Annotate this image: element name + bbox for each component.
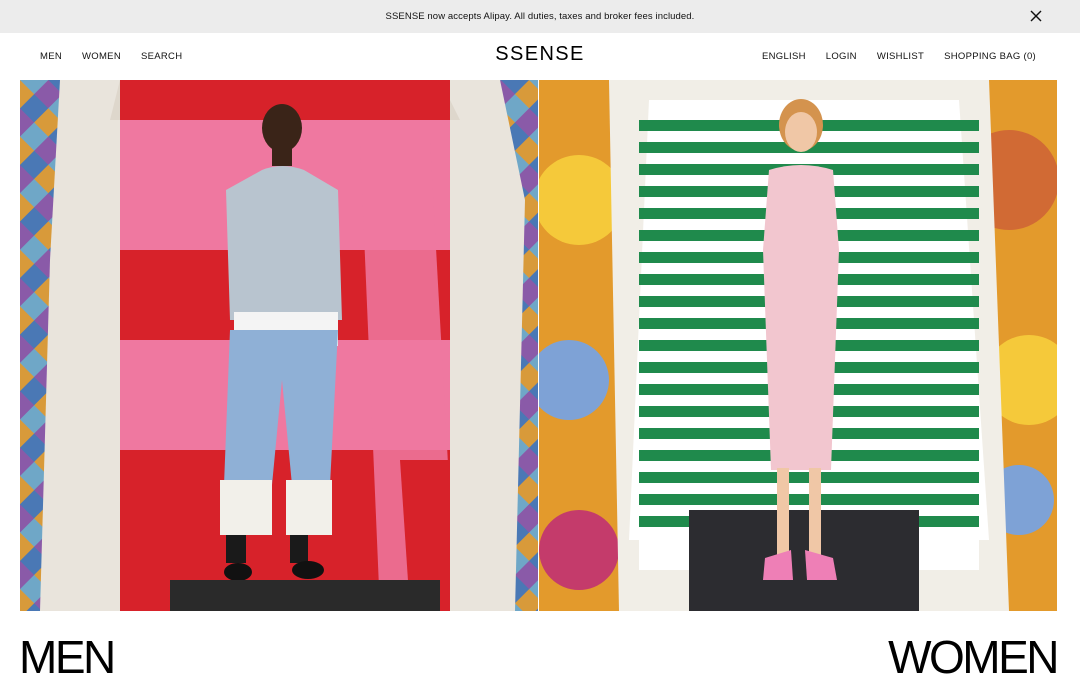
login-link[interactable]: LOGIN	[826, 51, 857, 62]
hero-banner	[20, 80, 1057, 611]
men-hero-image[interactable]	[20, 80, 538, 611]
wishlist-link[interactable]: WISHLIST	[877, 51, 924, 62]
language-link[interactable]: ENGLISH	[762, 51, 806, 62]
women-section-link[interactable]: WOMEN	[888, 634, 1059, 680]
shopping-bag-link[interactable]: SHOPPING BAG (0)	[944, 51, 1036, 62]
men-section-link[interactable]: MEN	[19, 634, 116, 680]
close-icon[interactable]	[1028, 8, 1044, 24]
announcement-bar: SSENSE now accepts Alipay. All duties, t…	[0, 0, 1080, 33]
announcement-text: SSENSE now accepts Alipay. All duties, t…	[385, 11, 695, 22]
site-header: MEN WOMEN SEARCH SSENSE ENGLISH LOGIN WI…	[0, 33, 1080, 80]
women-hero-image[interactable]	[539, 80, 1057, 611]
account-nav: ENGLISH LOGIN WISHLIST SHOPPING BAG (0)	[742, 51, 1036, 62]
